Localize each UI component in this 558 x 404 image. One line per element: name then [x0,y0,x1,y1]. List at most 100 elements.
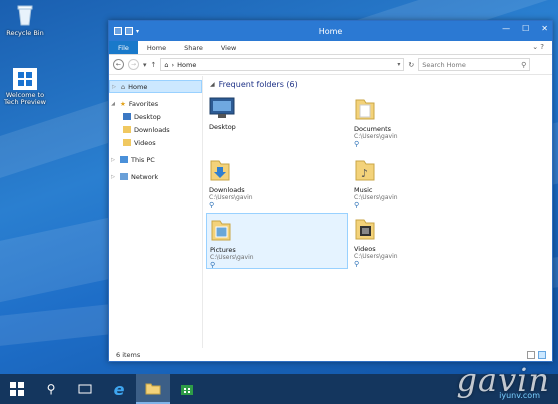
folder-name: Downloads [209,186,245,194]
recent-locations-icon[interactable]: ▾ [143,61,147,69]
file-explorer-button[interactable] [136,374,170,404]
large-icons-view-icon[interactable] [538,351,546,359]
up-button[interactable]: ↑ [151,61,157,69]
folder-tile-downloads[interactable]: Downloads C:\Users\gavin ⚲ [206,154,348,210]
navigation-pane: ▷ ⌂ Home ◢ ★ Favorites Desktop Downloads… [109,76,203,348]
address-dropdown-icon[interactable]: ▾ [397,61,403,68]
recycle-bin-shortcut[interactable]: Recycle Bin [0,4,50,37]
folder-name: Videos [354,245,376,253]
ie-icon: e [113,379,125,399]
item-count: 6 items [116,350,141,359]
downloads-folder-icon [209,158,345,184]
tab-home[interactable]: Home [138,41,175,54]
forward-button[interactable]: → [128,59,139,70]
videos-folder-icon [354,217,490,243]
folder-icon [145,383,161,394]
pin-icon[interactable]: ⚲ [209,201,345,209]
nav-item-label: Videos [134,138,156,147]
search-box[interactable]: ⚲ [418,58,531,71]
search-input[interactable] [422,60,515,69]
folder-name: Music [354,186,373,194]
ribbon-expand-icon[interactable]: ⌄ ? [532,43,544,51]
expand-chevron-icon[interactable]: ▷ [109,157,117,163]
folder-path: C:\Users\gavin [354,133,398,140]
ribbon-tabs: File Home Share View ⌄ ? [109,41,552,55]
nav-item-label: This PC [131,155,155,164]
nav-item-this-pc[interactable]: ▷ This PC [109,153,202,166]
nav-item-home[interactable]: ▷ ⌂ Home [109,80,202,93]
folder-tile-music[interactable]: ♪ Music C:\Users\gavin ⚲ [351,154,493,210]
search-icon[interactable]: ⚲ [521,61,526,69]
nav-item-label: Desktop [134,112,161,121]
pin-icon[interactable]: ⚲ [354,201,490,209]
tab-view[interactable]: View [212,41,245,54]
documents-folder-icon [354,97,490,123]
tab-share[interactable]: Share [175,41,212,54]
network-icon [120,173,128,180]
nav-item-network[interactable]: ▷ Network [109,170,202,183]
nav-item-label: Favorites [128,99,159,108]
status-bar: 6 items [109,348,552,361]
nav-item-favorites[interactable]: ◢ ★ Favorites [109,97,202,110]
folder-tile-documents[interactable]: Documents C:\Users\gavin ⚲ [351,93,493,149]
videos-icon [123,139,131,146]
watermark-subtext: iyunv.com [499,391,540,400]
folder-name: Desktop [209,123,236,131]
internet-explorer-button[interactable]: e [102,374,136,404]
star-icon: ★ [120,99,126,108]
nav-item-desktop[interactable]: Desktop [109,110,202,123]
recycle-bin-label: Recycle Bin [6,29,44,37]
nav-item-videos[interactable]: Videos [109,136,202,149]
folder-tile-videos[interactable]: Videos C:\Users\gavin ⚲ [351,213,493,269]
quick-access-toolbar: ▾ [109,27,139,35]
file-explorer-window: ▾ Home — ☐ ✕ File Home Share View ⌄ ? ← … [108,20,553,362]
group-header[interactable]: ◢ Frequent folders (6) [210,80,298,89]
desktop-folder-icon [209,97,345,121]
nav-item-label: Network [131,172,159,181]
windows-logo-icon [13,68,37,90]
search-button[interactable]: ⚲ [34,374,68,404]
details-view-icon[interactable] [527,351,535,359]
task-view-button[interactable] [68,374,102,404]
customize-qat-icon[interactable]: ▾ [136,28,139,35]
expand-chevron-icon[interactable]: ▷ [110,84,118,90]
home-icon: ⌂ [164,60,169,69]
maximize-icon[interactable]: ☐ [522,24,529,33]
downloads-icon [123,126,131,133]
welcome-shortcut[interactable]: Welcome to Tech Preview [0,68,50,106]
svg-text:♪: ♪ [361,167,368,180]
minimize-icon[interactable]: — [502,24,510,33]
nav-item-downloads[interactable]: Downloads [109,123,202,136]
collapse-group-icon[interactable]: ◢ [210,81,215,88]
window-title: Home [318,26,343,36]
start-button[interactable] [0,374,34,404]
folder-path: C:\Users\gavin [210,254,254,261]
collapse-chevron-icon[interactable]: ◢ [109,101,117,107]
folder-path: C:\Users\gavin [354,194,398,201]
pin-icon[interactable]: ⚲ [354,260,490,268]
store-button[interactable] [170,374,204,404]
folder-tile-pictures[interactable]: Pictures C:\Users\gavin ⚲ [206,213,348,269]
content-pane: ◢ Frequent folders (6) Desktop Documents… [203,76,552,348]
back-button[interactable]: ← [113,59,124,70]
title-bar[interactable]: ▾ Home — ☐ ✕ [109,21,552,41]
tab-file[interactable]: File [109,41,138,54]
expand-chevron-icon[interactable]: ▷ [109,174,117,180]
music-folder-icon: ♪ [354,158,490,184]
address-bar[interactable]: ⌂ › Home ▾ [160,58,405,71]
close-icon[interactable]: ✕ [541,24,548,33]
welcome-label: Welcome to Tech Preview [4,91,46,106]
folder-path: C:\Users\gavin [209,194,253,201]
pin-icon[interactable]: ⚲ [210,261,344,269]
new-folder-icon[interactable] [125,27,133,35]
refresh-button[interactable]: ↻ [408,61,414,69]
pin-icon[interactable]: ⚲ [354,140,490,148]
folder-tile-desktop[interactable]: Desktop [206,93,348,149]
breadcrumb[interactable]: Home [177,61,196,69]
properties-icon[interactable] [114,27,122,35]
folder-name: Documents [354,125,392,133]
nav-item-label: Downloads [134,125,170,134]
windows-logo-icon [10,382,24,396]
taskbar: ⚲ e gavin iyunv.com [0,361,558,404]
desktop-icon [123,113,131,120]
